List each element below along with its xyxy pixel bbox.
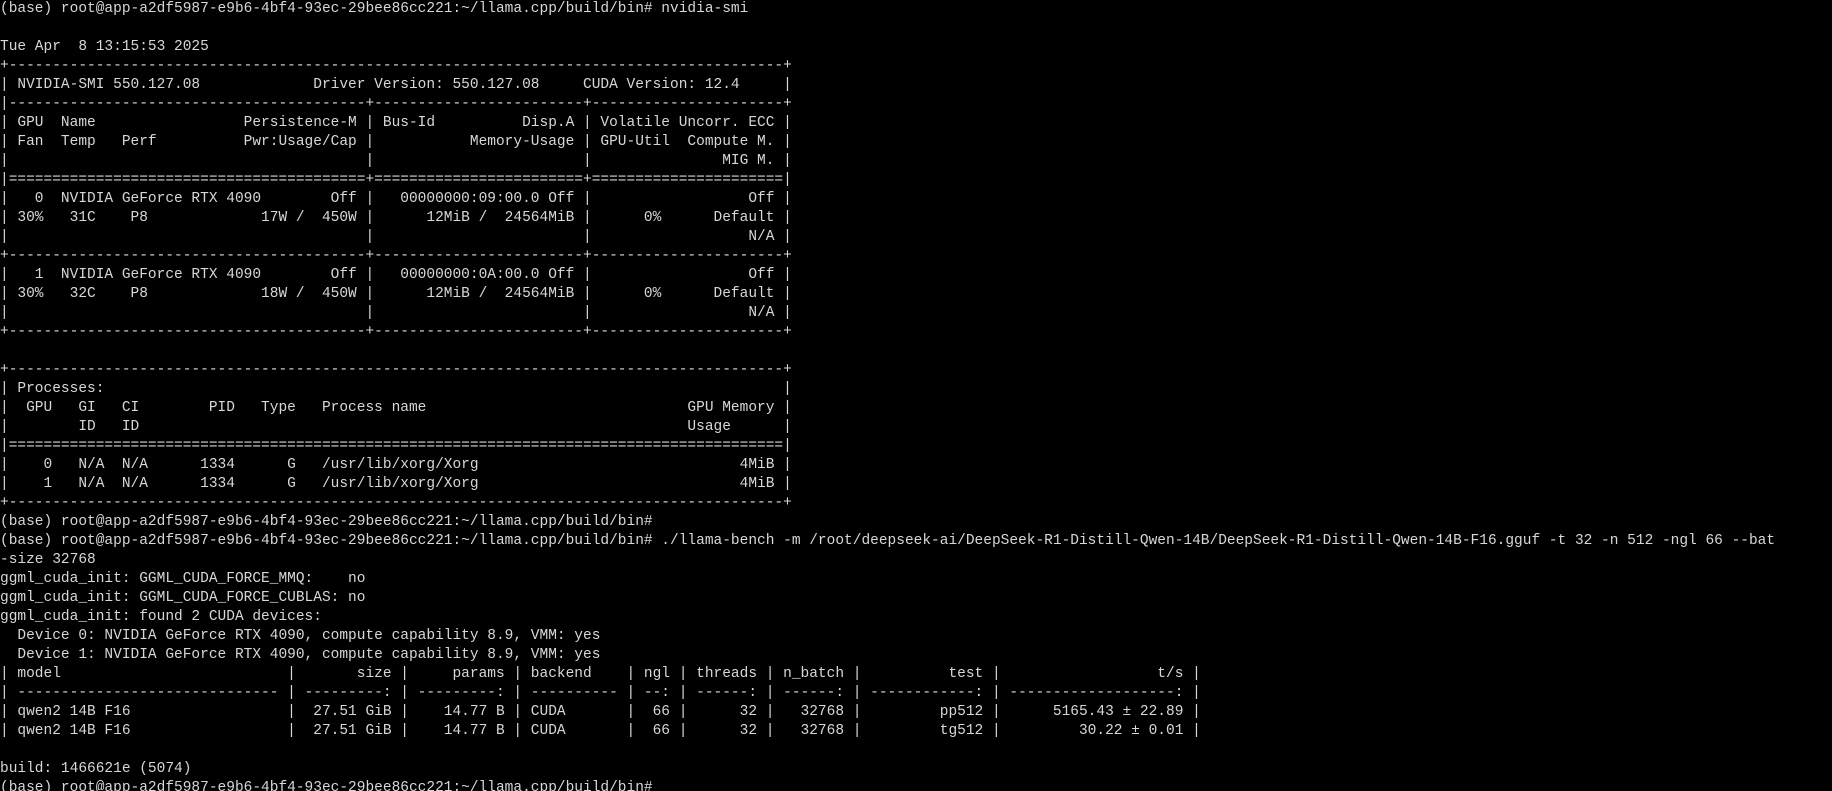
terminal-line: | qwen2 14B F16 | 27.51 GiB | 14.77 B | … bbox=[0, 723, 1201, 739]
terminal-line: ggml_cuda_init: GGML_CUDA_FORCE_CUBLAS: … bbox=[0, 590, 366, 606]
terminal-line: Device 1: NVIDIA GeForce RTX 4090, compu… bbox=[0, 647, 601, 663]
terminal-line: | 1 N/A N/A 1334 G /usr/lib/xorg/Xorg 4M… bbox=[0, 476, 792, 492]
terminal-line: ggml_cuda_init: found 2 CUDA devices: bbox=[0, 609, 322, 625]
terminal-line: +---------------------------------------… bbox=[0, 248, 792, 264]
terminal-line: Device 0: NVIDIA GeForce RTX 4090, compu… bbox=[0, 628, 601, 644]
terminal-line: | 0 N/A N/A 1334 G /usr/lib/xorg/Xorg 4M… bbox=[0, 457, 792, 473]
terminal-line: | GPU Name Persistence-M | Bus-Id Disp.A… bbox=[0, 115, 792, 131]
terminal-line: | model | size | params | backend | ngl … bbox=[0, 666, 1201, 682]
terminal-line: Tue Apr 8 13:15:53 2025 bbox=[0, 39, 209, 55]
terminal-line: | 30% 32C P8 18W / 450W | 12MiB / 24564M… bbox=[0, 286, 792, 302]
terminal-line: | Processes: | bbox=[0, 381, 792, 397]
terminal-line: |---------------------------------------… bbox=[0, 96, 792, 112]
terminal-output[interactable]: (base) root@app-a2df5987-e9b6-4bf4-93ec-… bbox=[0, 0, 1832, 791]
terminal-line: | | | N/A | bbox=[0, 305, 792, 321]
terminal-line: | 0 NVIDIA GeForce RTX 4090 Off | 000000… bbox=[0, 191, 792, 207]
terminal-line: (base) root@app-a2df5987-e9b6-4bf4-93ec-… bbox=[0, 780, 653, 791]
terminal-line: (base) root@app-a2df5987-e9b6-4bf4-93ec-… bbox=[0, 533, 1776, 549]
terminal-line: |=======================================… bbox=[0, 438, 792, 454]
terminal-line: | qwen2 14B F16 | 27.51 GiB | 14.77 B | … bbox=[0, 704, 1201, 720]
terminal-line: | 30% 31C P8 17W / 450W | 12MiB / 24564M… bbox=[0, 210, 792, 226]
terminal-line: | Fan Temp Perf Pwr:Usage/Cap | Memory-U… bbox=[0, 134, 792, 150]
terminal-line: +---------------------------------------… bbox=[0, 362, 792, 378]
terminal-line: (base) root@app-a2df5987-e9b6-4bf4-93ec-… bbox=[0, 1, 749, 17]
terminal-line: +---------------------------------------… bbox=[0, 58, 792, 74]
terminal-line: +---------------------------------------… bbox=[0, 324, 792, 340]
terminal-line: ggml_cuda_init: GGML_CUDA_FORCE_MMQ: no bbox=[0, 571, 366, 587]
terminal-line: -size 32768 bbox=[0, 552, 96, 568]
terminal-line: build: 1466621e (5074) bbox=[0, 761, 192, 777]
terminal-line: | GPU GI CI PID Type Process name GPU Me… bbox=[0, 400, 792, 416]
terminal-line: +---------------------------------------… bbox=[0, 495, 792, 511]
terminal-line: | ID ID Usage | bbox=[0, 419, 792, 435]
terminal-line: |=======================================… bbox=[0, 172, 792, 188]
terminal-line: | ------------------------------ | -----… bbox=[0, 685, 1201, 701]
terminal-line: | 1 NVIDIA GeForce RTX 4090 Off | 000000… bbox=[0, 267, 792, 283]
terminal-line: | | | MIG M. | bbox=[0, 153, 792, 169]
terminal-line: | NVIDIA-SMI 550.127.08 Driver Version: … bbox=[0, 77, 792, 93]
terminal-line: | | | N/A | bbox=[0, 229, 792, 245]
terminal-line: (base) root@app-a2df5987-e9b6-4bf4-93ec-… bbox=[0, 514, 653, 530]
